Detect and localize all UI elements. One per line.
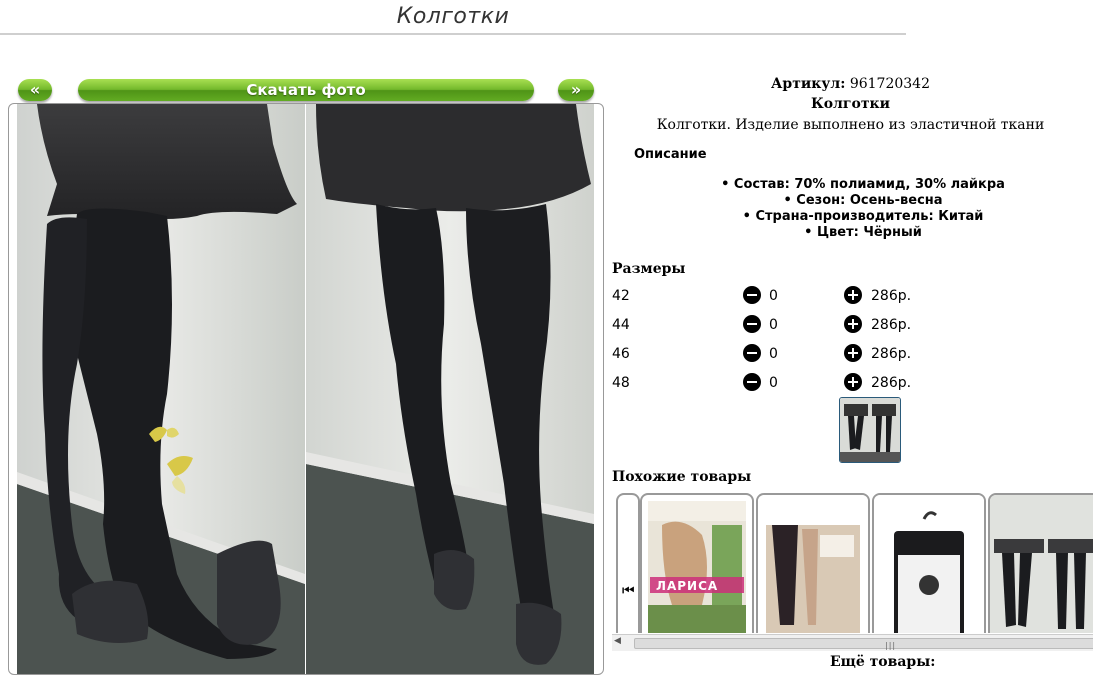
product-short-description: Колготки. Изделие выполнено из эластично… xyxy=(656,117,1045,133)
download-photo-button[interactable]: Скачать фото xyxy=(78,79,534,101)
size-row: 42 0 286р. xyxy=(612,286,1092,308)
similar-product-card[interactable] xyxy=(756,493,870,633)
size-row: 48 0 286р. xyxy=(612,373,1092,395)
quantity-value: 0 xyxy=(769,288,778,304)
feature-item: • Состав: 70% полиамид, 30% лайкра xyxy=(721,177,1005,192)
carousel-scrollbar[interactable]: ◀ ||| xyxy=(612,634,1093,651)
similar-products-heading: Похожие товары xyxy=(612,469,752,485)
price-value: 286р. xyxy=(871,317,912,333)
plus-circle-icon[interactable] xyxy=(844,373,862,391)
scrollbar-grip: ||| xyxy=(885,641,897,650)
article-line: Артикул: 961720342 xyxy=(608,74,1093,94)
carousel-back-button[interactable]: ⏮ xyxy=(616,493,640,633)
product-info: Артикул: 961720342 Колготки Колготки. Из… xyxy=(608,74,1093,136)
photo-thumbnail[interactable] xyxy=(839,397,901,463)
size-row: 46 0 286р. xyxy=(612,344,1092,366)
size-row: 44 0 286р. xyxy=(612,315,1092,337)
product-photo-frame xyxy=(8,103,604,675)
similar-product-card[interactable] xyxy=(988,493,1093,633)
feature-item: • Страна-производитель: Китай xyxy=(742,209,984,224)
next-photo-button[interactable]: » xyxy=(558,79,594,101)
plus-circle-icon[interactable] xyxy=(844,344,862,362)
product-photo-left xyxy=(17,104,305,674)
article-label: Артикул: xyxy=(771,76,846,92)
minus-circle-icon[interactable] xyxy=(743,373,761,391)
price-value: 286р. xyxy=(871,288,912,304)
price-value: 286р. xyxy=(871,346,912,362)
quantity-value: 0 xyxy=(769,317,778,333)
plus-circle-icon[interactable] xyxy=(844,286,862,304)
minus-circle-icon[interactable] xyxy=(743,315,761,333)
similar-products-carousel: ⏮ ЛАРИСА xyxy=(612,491,1093,633)
feature-list: • Состав: 70% полиамид, 30% лайкра • Сез… xyxy=(608,177,1093,241)
quantity-value: 0 xyxy=(769,346,778,362)
previous-photo-button[interactable]: « xyxy=(18,79,52,101)
skip-back-icon: ⏮ xyxy=(622,583,635,599)
scroll-left-icon[interactable]: ◀ xyxy=(614,636,621,646)
similar-product-card[interactable]: ЛАРИСА xyxy=(640,493,754,633)
size-label: 46 xyxy=(612,346,630,362)
product-name: Колготки xyxy=(810,96,891,112)
sizes-heading: Размеры xyxy=(612,261,686,277)
more-products-heading: Ещё товары: xyxy=(830,654,936,670)
title-divider xyxy=(0,33,906,35)
price-value: 286р. xyxy=(871,375,912,391)
feature-item: • Сезон: Осень-весна xyxy=(783,193,943,208)
product-photo-right xyxy=(306,104,594,674)
size-label: 48 xyxy=(612,375,630,391)
quantity-value: 0 xyxy=(769,375,778,391)
scrollbar-thumb[interactable]: ||| xyxy=(634,638,1093,650)
plus-circle-icon[interactable] xyxy=(844,315,862,333)
size-label: 44 xyxy=(612,317,630,333)
page-title: Колготки xyxy=(396,4,510,29)
similar-product-card[interactable] xyxy=(872,493,986,633)
card-brand: ЛАРИСА xyxy=(656,579,719,593)
feature-item: • Цвет: Чёрный xyxy=(804,225,922,240)
minus-circle-icon[interactable] xyxy=(743,344,761,362)
size-label: 42 xyxy=(612,288,630,304)
article-value: 961720342 xyxy=(849,76,930,92)
minus-circle-icon[interactable] xyxy=(743,286,761,304)
description-heading: Описание xyxy=(634,147,707,162)
